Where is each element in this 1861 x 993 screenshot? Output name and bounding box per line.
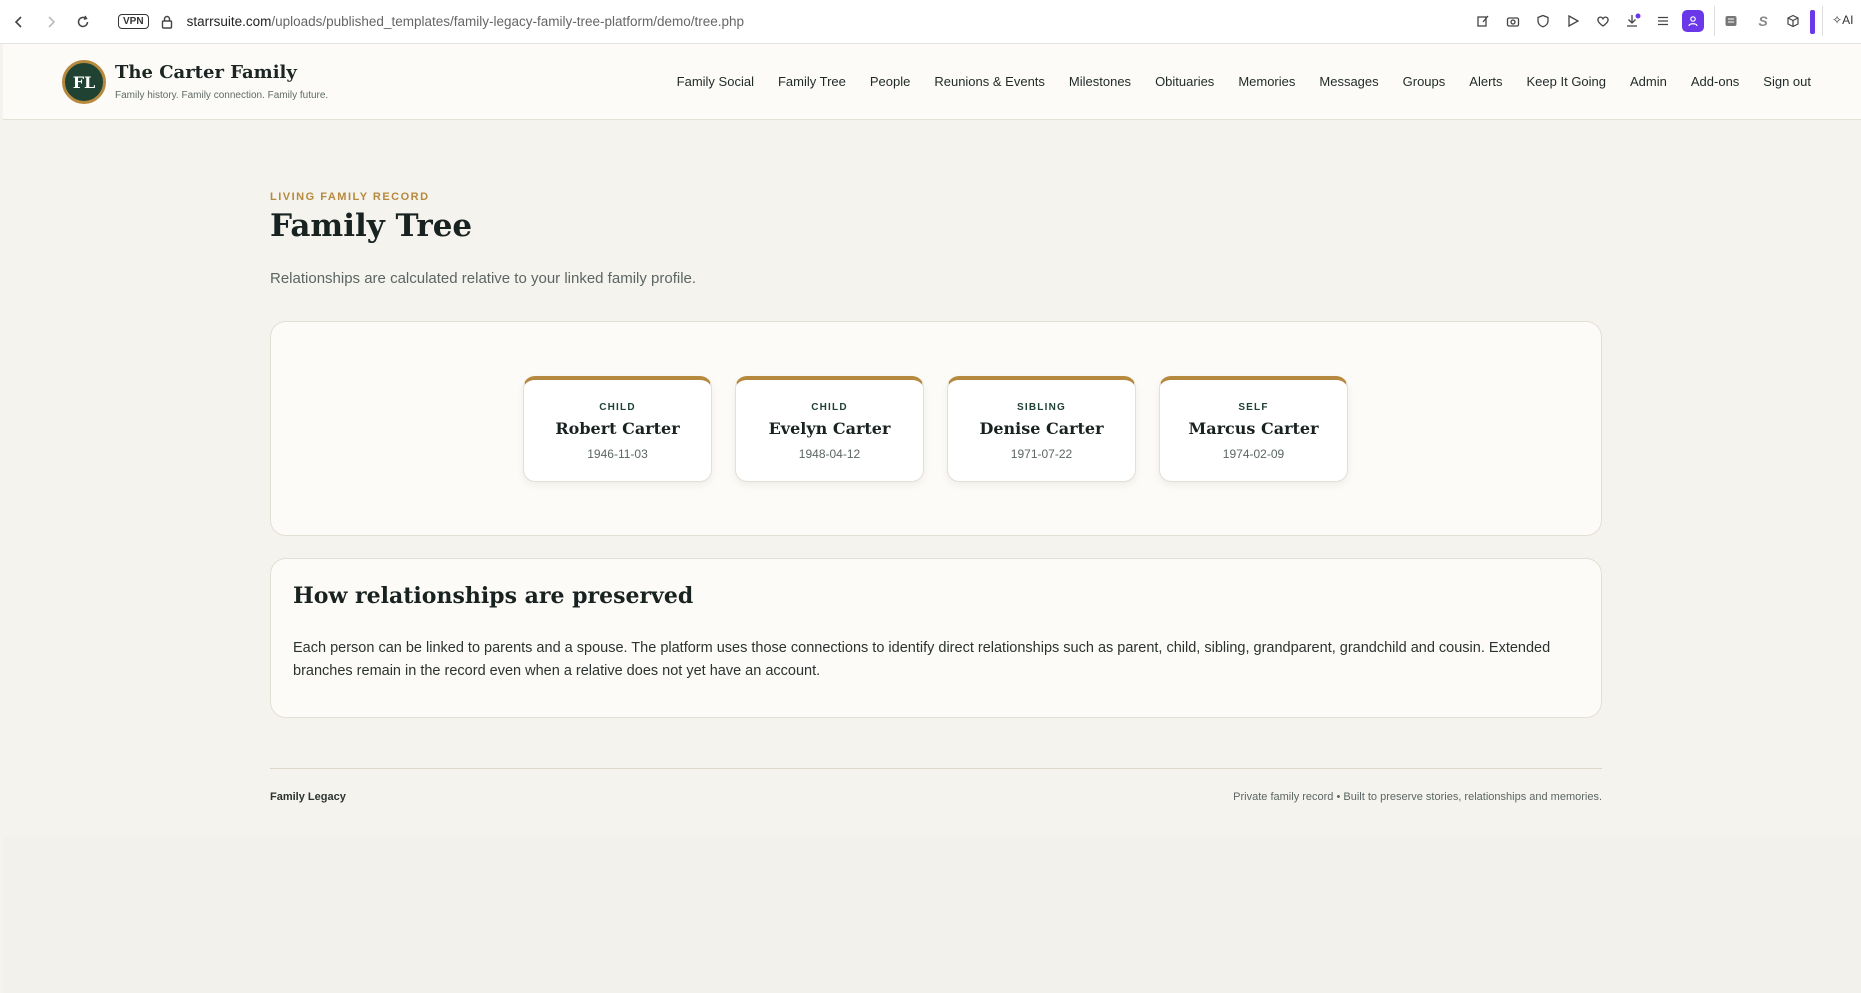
nav-reunions-events[interactable]: Reunions & Events: [934, 74, 1045, 89]
nav-family-tree[interactable]: Family Tree: [778, 74, 846, 89]
nav-family-social[interactable]: Family Social: [677, 74, 754, 89]
nav-admin[interactable]: Admin: [1630, 74, 1667, 89]
nav-people[interactable]: People: [870, 74, 910, 89]
family-tree-panel: CHILD Robert Carter 1946-11-03 CHILD Eve…: [270, 321, 1602, 536]
camera-icon[interactable]: [1502, 10, 1524, 32]
relationships-info-panel: How relationships are preserved Each per…: [270, 558, 1602, 718]
footer-note: Private family record • Built to preserv…: [1233, 791, 1602, 803]
nav-alerts[interactable]: Alerts: [1469, 74, 1502, 89]
cart-icon[interactable]: [1720, 10, 1742, 32]
s-extension-icon[interactable]: S: [1752, 10, 1774, 32]
person-card[interactable]: CHILD Evelyn Carter 1948-04-12: [735, 376, 924, 482]
nav-obituaries[interactable]: Obituaries: [1155, 74, 1214, 89]
site-title[interactable]: The Carter Family: [115, 62, 297, 83]
shield-icon[interactable]: [1532, 10, 1554, 32]
info-body: Each person can be linked to parents and…: [293, 640, 1551, 679]
person-name: Denise Carter: [979, 419, 1104, 438]
page-subtitle: Relationships are calculated relative to…: [270, 270, 697, 287]
nav-milestones[interactable]: Milestones: [1069, 74, 1131, 89]
page-title: Family Tree: [270, 208, 473, 244]
nav-groups[interactable]: Groups: [1403, 74, 1446, 89]
edit-icon[interactable]: [1472, 10, 1494, 32]
heart-icon[interactable]: [1592, 10, 1614, 32]
sparkle-icon: ✧: [1832, 13, 1843, 27]
address-bar[interactable]: starrsuite.com/uploads/published_templat…: [187, 14, 745, 29]
url-host: starrsuite.com: [186, 14, 272, 29]
vpn-badge[interactable]: VPN: [118, 14, 149, 29]
footer-brand: Family Legacy: [270, 791, 346, 803]
reload-icon[interactable]: [70, 9, 96, 35]
site-header: FL The Carter Family Family history. Fam…: [3, 44, 1861, 120]
person-relationship: CHILD: [599, 402, 636, 413]
footer-divider: [270, 768, 1602, 769]
page-eyebrow: LIVING FAMILY RECORD: [270, 191, 430, 203]
info-title: How relationships are preserved: [293, 583, 694, 609]
person-card-row: CHILD Robert Carter 1946-11-03 CHILD Eve…: [523, 376, 1348, 482]
lock-icon[interactable]: [161, 14, 175, 30]
nav-add-ons[interactable]: Add-ons: [1691, 74, 1739, 89]
person-birth-date: 1974-02-09: [1222, 447, 1285, 461]
nav-sign-out[interactable]: Sign out: [1763, 74, 1811, 89]
cube-icon[interactable]: [1782, 10, 1804, 32]
person-birth-date: 1948-04-12: [798, 447, 861, 461]
person-card[interactable]: CHILD Robert Carter 1946-11-03: [523, 376, 712, 482]
nav-memories[interactable]: Memories: [1238, 74, 1295, 89]
main-nav: Family Social Family Tree People Reunion…: [653, 74, 1811, 89]
menu-lines-icon[interactable]: [1652, 10, 1674, 32]
logo-initials: FL: [72, 72, 96, 92]
play-icon[interactable]: [1562, 10, 1584, 32]
ai-button[interactable]: ✧AI: [1832, 13, 1853, 27]
person-birth-date: 1971-07-22: [1010, 447, 1073, 461]
sidebar-toggle[interactable]: [1810, 10, 1815, 34]
toolbar-divider: [1822, 6, 1823, 36]
forward-icon[interactable]: [38, 9, 64, 35]
person-card[interactable]: SELF Marcus Carter 1974-02-09: [1159, 376, 1348, 482]
download-icon[interactable]: [1622, 10, 1644, 32]
person-name: Evelyn Carter: [768, 419, 891, 438]
nav-keep-it-going[interactable]: Keep It Going: [1527, 74, 1607, 89]
toolbar-divider: [1714, 6, 1715, 36]
back-icon[interactable]: [6, 9, 32, 35]
ai-label: AI: [1842, 13, 1854, 27]
person-name: Robert Carter: [555, 419, 680, 438]
person-birth-date: 1946-11-03: [587, 447, 648, 461]
person-name: Marcus Carter: [1188, 419, 1319, 438]
person-relationship: SELF: [1238, 402, 1269, 413]
profile-icon[interactable]: [1682, 10, 1704, 32]
site-tagline: Family history. Family connection. Famil…: [115, 90, 329, 101]
person-relationship: SIBLING: [1017, 402, 1066, 413]
page-bottom-area: [3, 836, 1861, 993]
site-logo[interactable]: FL: [62, 60, 106, 104]
browser-toolbar: VPN starrsuite.com/uploads/published_tem…: [0, 0, 1861, 44]
url-path: /uploads/published_templates/family-lega…: [271, 14, 745, 29]
nav-messages[interactable]: Messages: [1319, 74, 1378, 89]
person-card[interactable]: SIBLING Denise Carter 1971-07-22: [947, 376, 1136, 482]
person-relationship: CHILD: [811, 402, 848, 413]
